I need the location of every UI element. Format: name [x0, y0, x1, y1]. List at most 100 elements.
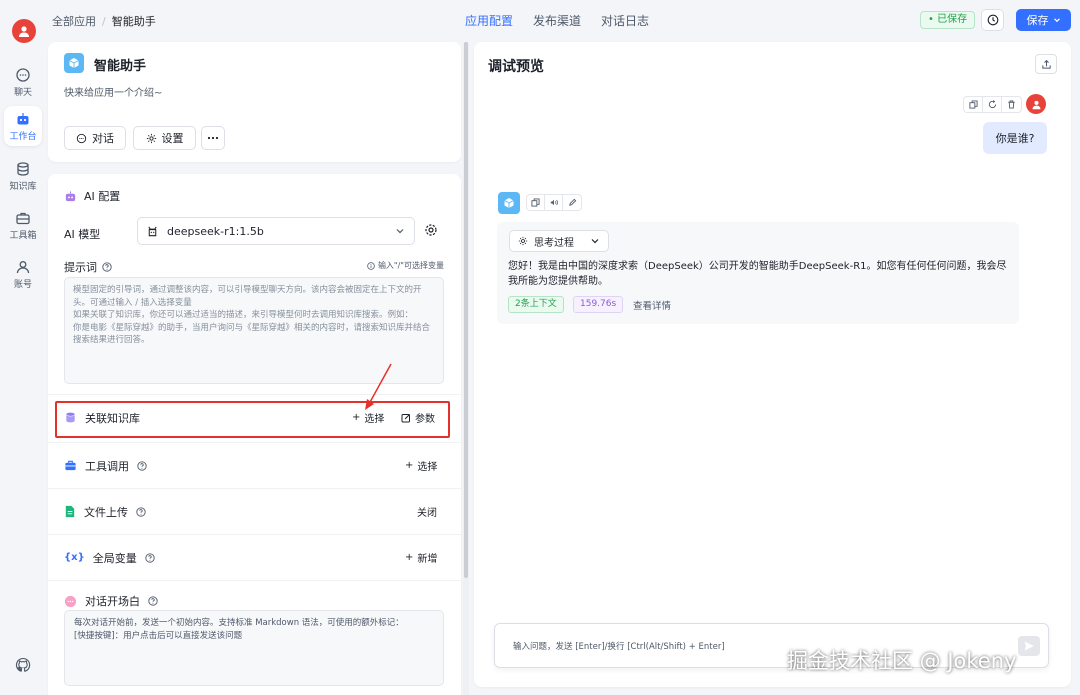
opening-title: 对话开场白 [64, 593, 158, 609]
github-icon[interactable] [15, 657, 31, 676]
tab-chat-logs[interactable]: 对话日志 [601, 12, 649, 29]
rail-label: 工具箱 [9, 230, 37, 241]
chat-icon [76, 133, 87, 143]
app-intro[interactable]: 快来给应用一个介绍~ [64, 84, 162, 99]
export-button[interactable] [1035, 54, 1057, 74]
speaker-icon[interactable] [545, 195, 563, 210]
rail-item-workbench[interactable]: 工作台 [4, 106, 42, 146]
tools-select-label: 选择 [417, 462, 438, 473]
more-button[interactable] [201, 126, 225, 150]
scrollbar-thumb[interactable] [464, 42, 468, 578]
help-icon[interactable] [145, 552, 155, 563]
plus-icon: + [405, 552, 414, 563]
saved-badge: • 已保存 [920, 11, 976, 29]
ai-model-select[interactable]: deepseek-r1:1.5b [137, 217, 415, 245]
think-process-toggle[interactable]: 思考过程 [509, 230, 609, 252]
app-info-card: 智能助手 快来给应用一个介绍~ 对话 设置 [48, 42, 461, 162]
tools-title: 工具调用 [64, 458, 147, 474]
model-icon [148, 226, 157, 236]
settings-button-label: 设置 [161, 132, 184, 145]
variables-add-button[interactable]: + 新增 [405, 550, 437, 565]
bot-message-tools [526, 194, 582, 211]
view-details-link[interactable]: 查看详情 [633, 298, 671, 312]
debug-preview-panel: 调试预览 你是谁? 思考过程 您好！我是由中国的深度求索（DeepSeek）公司… [474, 42, 1071, 687]
clock-icon [987, 14, 998, 26]
retry-icon[interactable] [983, 97, 1002, 112]
rail-item-chat[interactable]: 聊天 [4, 62, 42, 102]
file-upload-title: 文件上传 [64, 504, 146, 520]
user-message-tools [963, 96, 1022, 113]
file-upload-row: 文件上传 关闭 [48, 488, 461, 534]
help-icon[interactable] [137, 460, 147, 471]
user-icon [19, 26, 29, 37]
tab-publish-channel[interactable]: 发布渠道 [533, 12, 581, 29]
save-button[interactable]: 保存 [1016, 9, 1071, 31]
robot-icon [65, 190, 76, 201]
tab-app-config[interactable]: 应用配置 [465, 12, 513, 29]
chat-icon [16, 67, 30, 82]
user-avatar[interactable] [12, 19, 36, 43]
history-button[interactable] [981, 9, 1004, 31]
help-icon[interactable] [148, 596, 158, 606]
variables-title: {x} 全局变量 [64, 550, 155, 566]
rail-label: 聊天 [13, 87, 32, 98]
rail-item-account[interactable]: 账号 [4, 254, 42, 294]
help-icon[interactable] [102, 262, 112, 272]
prompt-placeholder-line: 模型固定的引导词，通过调整该内容，可以引导模型聊天方向。该内容会被固定在上下文的… [73, 285, 422, 308]
prompt-placeholder-line: 你是电影《星际穿越》的助手，当用户询问与《星际穿越》相关的内容时，请搜索知识库并… [73, 322, 431, 346]
chat-button[interactable]: 对话 [64, 126, 126, 150]
context-tag[interactable]: 2条上下文 [508, 296, 564, 313]
annotation-arrow-icon [365, 363, 392, 410]
ai-config-header: AI 配置 [64, 188, 120, 204]
prompt-label: 提示词 [64, 259, 112, 275]
config-scrollbar[interactable] [463, 42, 469, 695]
toolbox-icon [65, 460, 76, 471]
variable-icon: {x} [64, 552, 85, 563]
header-tabs: 应用配置 发布渠道 对话日志 [465, 12, 649, 29]
chat-user-avatar [1026, 94, 1046, 114]
copy-icon[interactable] [527, 195, 545, 210]
tools-select-button[interactable]: + 选择 [405, 458, 437, 473]
delete-icon[interactable] [1002, 97, 1021, 112]
chevron-down-icon [1053, 18, 1060, 23]
breadcrumb-current: 智能助手 [111, 15, 156, 28]
chat-input-placeholder: 输入问题，发送 [Enter]/换行 [Ctrl(Alt/Shift) + En… [513, 642, 725, 652]
edit-icon[interactable] [563, 195, 581, 210]
model-settings-gear-icon[interactable] [424, 223, 438, 240]
help-icon[interactable] [136, 506, 146, 517]
send-button[interactable] [1018, 636, 1040, 656]
prompt-hint: 输入"/"可选择变量 [367, 260, 444, 271]
tools-row: 工具调用 + 选择 [48, 442, 461, 488]
ai-model-value: deepseek-r1:1.5b [167, 224, 264, 238]
chat-bubble-icon [64, 595, 77, 607]
rail-label: 账号 [13, 279, 32, 290]
more-icon [207, 136, 219, 140]
breadcrumb: 全部应用 / 智能助手 [52, 13, 156, 29]
opening-textarea[interactable]: 每次对话开始前，发送一个初始内容。支持标准 Markdown 语法，可使用的额外… [64, 610, 444, 686]
ai-model-label: AI 模型 [64, 228, 101, 241]
rail-label: 工作台 [9, 131, 37, 142]
rail-item-knowledge[interactable]: 知识库 [4, 156, 42, 196]
breadcrumb-all-apps[interactable]: 全部应用 [52, 15, 96, 28]
bot-message-bubble: 思考过程 您好！我是由中国的深度求索（DeepSeek）公司开发的智能助手Dee… [497, 222, 1019, 324]
chevron-down-icon [396, 229, 404, 234]
file-upload-status[interactable]: 关闭 [417, 504, 437, 519]
copy-icon[interactable] [964, 97, 983, 112]
variables-label: 全局变量 [92, 551, 137, 565]
breadcrumb-separator: / [102, 15, 106, 28]
app-name[interactable]: 智能助手 [94, 55, 146, 74]
rail-item-toolbox[interactable]: 工具箱 [4, 205, 42, 245]
user-icon [1032, 100, 1040, 109]
opening-label: 对话开场白 [85, 595, 140, 608]
info-icon [367, 261, 375, 270]
robot-icon [17, 112, 29, 124]
prompt-placeholder-line: 如果关联了知识库，你还可以通过适当的描述，来引导模型何时去调用知识库搜索。例如： [73, 310, 414, 320]
prompt-label-text: 提示词 [64, 261, 97, 274]
app-cube-icon [64, 53, 84, 73]
prompt-hint-text: 输入"/"可选择变量 [377, 261, 444, 270]
tools-label: 工具调用 [85, 459, 129, 473]
top-bar: 全部应用 / 智能助手 应用配置 发布渠道 对话日志 • 已保存 保存 [46, 0, 1080, 40]
left-rail: 聊天 工作台 知识库 工具箱 账号 [0, 0, 46, 695]
ai-config-title: AI 配置 [84, 190, 121, 203]
settings-button[interactable]: 设置 [133, 126, 196, 150]
